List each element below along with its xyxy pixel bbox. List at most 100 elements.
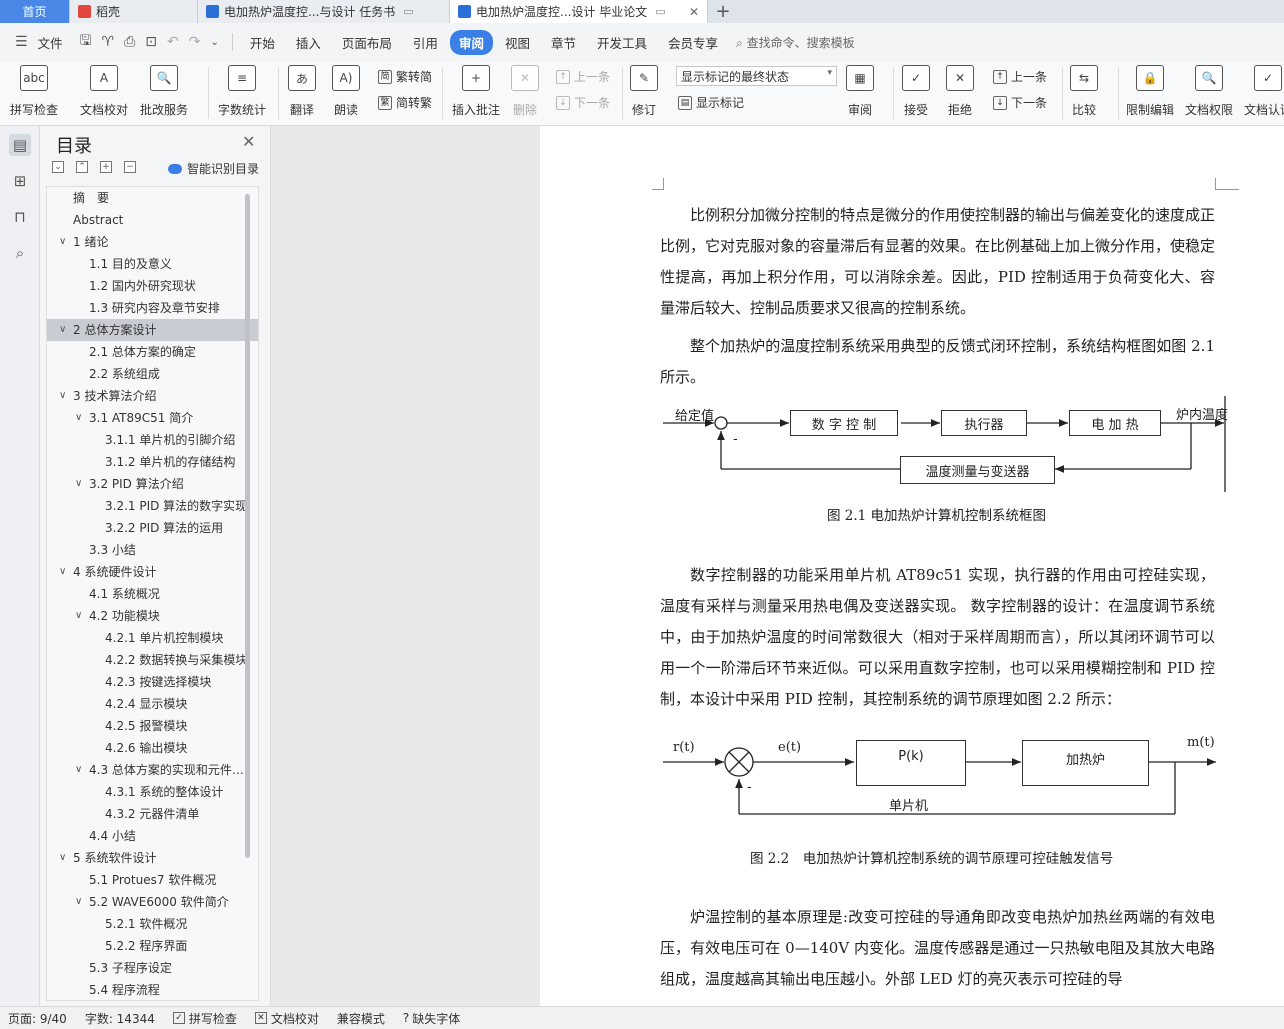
revise-button[interactable]: ✎ 修订	[630, 65, 658, 118]
close-tab-icon[interactable]: ✕	[683, 5, 699, 19]
chevron-down-icon[interactable]: ∨	[59, 319, 66, 341]
chevron-down-icon[interactable]: ∨	[75, 891, 82, 913]
toc-item[interactable]: ∨ 3.1 AT89C51 简介	[47, 407, 258, 429]
reject-button[interactable]: ✕ 拒绝	[946, 65, 974, 118]
paragraph-pid[interactable]: 比例积分加微分控制的特点是微分的作用使控制器的输出与偏差变化的速度成正比例，它对…	[660, 200, 1215, 324]
smart-toc-button[interactable]: 智能识别目录	[168, 160, 259, 177]
search-icon[interactable]: ⌕	[9, 242, 31, 264]
doc-certify-button[interactable]: ✓ 文档认证	[1244, 65, 1284, 118]
word-count-button[interactable]: ≡ 字数统计	[218, 65, 266, 118]
toc-item[interactable]: 2.2 系统组成	[47, 363, 258, 385]
save-icon[interactable]: 🖫	[75, 30, 97, 54]
menu-review[interactable]: 审阅	[449, 29, 493, 55]
toc-item[interactable]: 3.2.2 PID 算法的运用	[47, 517, 258, 539]
markup-state-select[interactable]: 显示标记的最终状态 ▾	[676, 66, 837, 86]
toc-item[interactable]: 4.2.4 显示模块	[47, 693, 258, 715]
missing-font-button[interactable]: ? 缺失字体	[403, 1010, 460, 1027]
paragraph-controller[interactable]: 数字控制器的功能采用单片机 AT89c51 实现，执行器的作用由可控硅实现，温度…	[660, 560, 1215, 715]
toc-item[interactable]: 3.2.1 PID 算法的数字实现	[47, 495, 258, 517]
toc-item[interactable]: 3.3 小结	[47, 539, 258, 561]
toc-item[interactable]: 2.1 总体方案的确定	[47, 341, 258, 363]
delete-comment-button[interactable]: ✕ 删除	[511, 65, 539, 118]
toc-item[interactable]: 4.4 小结	[47, 825, 258, 847]
bookmark-icon[interactable]: ⊓	[9, 206, 31, 228]
print-icon[interactable]: ⎙	[119, 34, 140, 50]
undo-icon[interactable]: ↶	[162, 34, 184, 50]
doc-check-button[interactable]: A 文档校对	[80, 65, 128, 118]
toc-item[interactable]: ∨ 1 绪论	[47, 231, 258, 253]
s2t-button[interactable]: 繁简转繁	[378, 94, 432, 111]
spell-check-button[interactable]: abc 拼写检查	[10, 65, 58, 118]
compat-mode[interactable]: 兼容模式	[337, 1010, 385, 1027]
redo-icon[interactable]: ↷	[184, 34, 206, 50]
paragraph-principle[interactable]: 炉温控制的基本原理是:改变可控硅的导通角即改变电热炉加热丝两端的有效电压，有效电…	[660, 902, 1215, 995]
toc-item[interactable]: Abstract	[47, 209, 258, 231]
toc-item[interactable]: ∨ 4.3 总体方案的实现和元件选择	[47, 759, 258, 781]
toc-item[interactable]: 1.1 目的及意义	[47, 253, 258, 275]
prev-change-button[interactable]: ↑ 上一条	[993, 68, 1047, 85]
paragraph-system[interactable]: 整个加热炉的温度控制系统采用典型的反馈式闭环控制，系统结构框图如图 2.1 所示…	[660, 331, 1215, 393]
menu-devtools[interactable]: 开发工具	[588, 30, 656, 55]
translate-button[interactable]: あ翻译	[288, 65, 316, 118]
print-preview-icon[interactable]: ⊡	[140, 34, 162, 50]
menu-reference[interactable]: 引用	[404, 30, 447, 55]
collapse-all-icon[interactable]: ⌄	[52, 161, 64, 173]
toc-item[interactable]: ∨ 2 总体方案设计	[47, 319, 258, 341]
toc-item[interactable]: ∨ 3 技术算法介绍	[47, 385, 258, 407]
toc-item[interactable]: 4.2.3 按键选择模块	[47, 671, 258, 693]
toc-item[interactable]: 4.2.5 报警模块	[47, 715, 258, 737]
chevron-down-icon[interactable]: ∨	[59, 561, 66, 583]
accept-button[interactable]: ✓ 接受	[902, 65, 930, 118]
toc-item[interactable]: 4.1 系统概况	[47, 583, 258, 605]
chapter-icon[interactable]: ⊞	[9, 170, 31, 192]
new-tab-icon[interactable]: +	[708, 0, 738, 23]
review-pane-button[interactable]: ▦ 审阅	[846, 65, 874, 118]
insert-comment-button[interactable]: + 插入批注	[452, 65, 500, 118]
toc-item[interactable]: 4.2.6 输出模块	[47, 737, 258, 759]
toc-item[interactable]: 摘 要	[47, 187, 258, 209]
chevron-down-icon[interactable]: ∨	[75, 473, 82, 495]
toc-item[interactable]: 3.1.1 单片机的引脚介绍	[47, 429, 258, 451]
close-icon[interactable]: ✕	[242, 132, 255, 151]
chevron-down-icon[interactable]: ⌄	[205, 37, 223, 48]
next-comment-button[interactable]: ↓ 下一条	[556, 94, 610, 111]
next-change-button[interactable]: ↓ 下一条	[993, 94, 1047, 111]
page-indicator[interactable]: 页面: 9/40	[8, 1010, 67, 1027]
toc-item[interactable]: 1.2 国内外研究现状	[47, 275, 258, 297]
tab-doc-task[interactable]: 电加热炉温度控...与设计 任务书 ▭	[198, 0, 450, 23]
toc-item[interactable]: 4.3.1 系统的整体设计	[47, 781, 258, 803]
chevron-down-icon[interactable]: ∨	[75, 605, 82, 627]
batch-service-button[interactable]: 🔍 批改服务	[140, 65, 188, 118]
toc-item[interactable]: ∨ 5 系统软件设计	[47, 847, 258, 869]
toc-item[interactable]: ∨ 4 系统硬件设计	[47, 561, 258, 583]
word-count-indicator[interactable]: 字数: 14344	[85, 1010, 155, 1027]
document-page[interactable]: 比例积分加微分控制的特点是微分的作用使控制器的输出与偏差变化的速度成正比例，它对…	[540, 126, 1284, 1006]
chevron-down-icon[interactable]: ∨	[59, 385, 66, 407]
menu-insert[interactable]: 插入	[287, 30, 330, 55]
toc-item[interactable]: 5.2.1 软件概况	[47, 913, 258, 935]
toc-item[interactable]: 5.3 子程序设定	[47, 957, 258, 979]
command-search[interactable]: ⌕ 查找命令、搜索模板	[736, 34, 855, 51]
toc-item[interactable]: 5.1 Protues7 软件概况	[47, 869, 258, 891]
toc-item[interactable]: 1.3 研究内容及章节安排	[47, 297, 258, 319]
menu-view[interactable]: 视图	[496, 30, 539, 55]
remove-heading-icon[interactable]: −	[124, 161, 136, 173]
menu-file[interactable]: 文件	[29, 30, 72, 55]
toc-item[interactable]: 5.2.2 程序界面	[47, 935, 258, 957]
prev-comment-button[interactable]: ↑ 上一条	[556, 68, 610, 85]
tab-daoke[interactable]: 稻壳	[70, 0, 198, 23]
toc-item[interactable]: ∨ 3.2 PID 算法介绍	[47, 473, 258, 495]
toc-item[interactable]: 3.1.2 单片机的存储结构	[47, 451, 258, 473]
chevron-down-icon[interactable]: ∨	[59, 847, 66, 869]
toc-item[interactable]: ∨ 5.2 WAVE6000 软件简介	[47, 891, 258, 913]
toc-item[interactable]: ∨ 4.2 功能模块	[47, 605, 258, 627]
chevron-down-icon[interactable]: ∨	[75, 759, 82, 781]
read-aloud-button[interactable]: A) 朗读	[332, 65, 360, 118]
toc-scrollbar[interactable]	[245, 194, 250, 858]
menu-chapter[interactable]: 章节	[542, 30, 585, 55]
doc-permission-button[interactable]: 🔍 文档权限	[1185, 65, 1233, 118]
format-painter-icon[interactable]: ♈	[97, 34, 120, 50]
tab-home[interactable]: 首页	[0, 0, 70, 23]
status-doc-check[interactable]: ✕ 文档校对	[254, 1010, 319, 1027]
add-heading-icon[interactable]: +	[100, 161, 112, 173]
